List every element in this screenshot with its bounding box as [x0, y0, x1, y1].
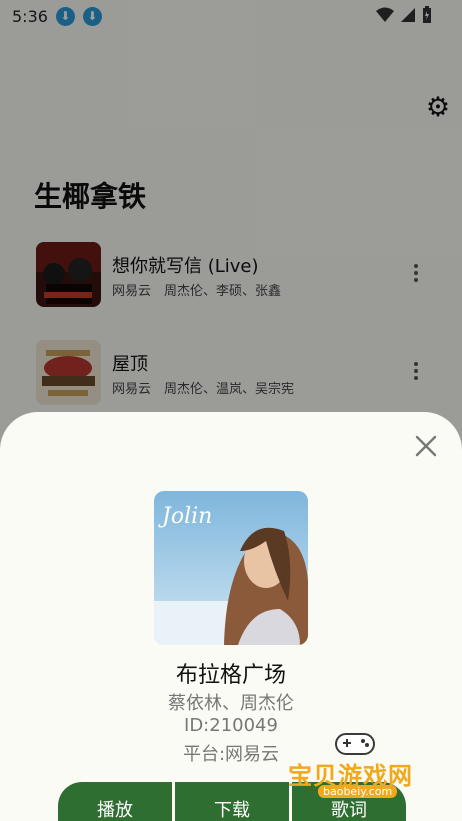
album-cover: Jolin [154, 491, 308, 645]
svg-text:Jolin: Jolin [158, 504, 212, 529]
download-button[interactable]: 下载 [175, 782, 289, 821]
close-icon[interactable] [414, 434, 438, 458]
gamepad-icon [335, 733, 375, 755]
song-title: 布拉格广场 [175, 663, 286, 688]
watermark-logo: 宝贝游戏网 baobeiy.com [288, 726, 438, 816]
song-artist: 蔡依林、周杰伦 [168, 693, 294, 714]
watermark-url: baobeiy.com [318, 785, 398, 798]
play-button[interactable]: 播放 [58, 782, 172, 821]
